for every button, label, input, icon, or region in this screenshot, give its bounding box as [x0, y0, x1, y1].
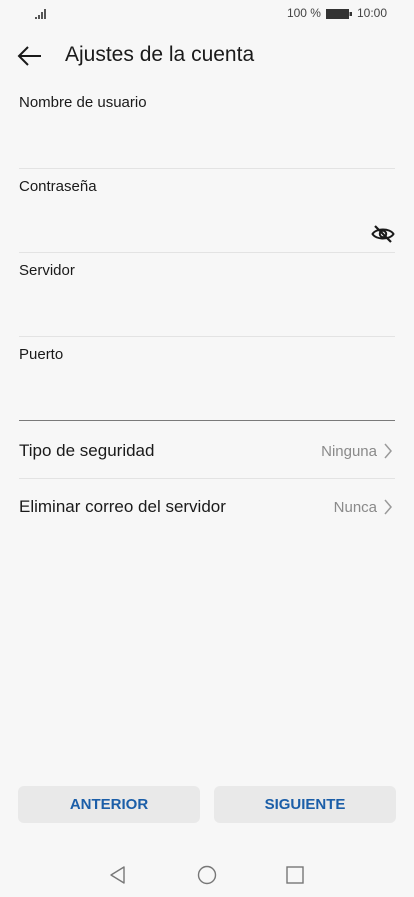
- clock: 10:00: [356, 6, 387, 20]
- battery-percent: 100 %: [286, 6, 321, 20]
- nav-recents-icon[interactable]: [285, 865, 305, 885]
- page-title: Ajustes de la cuenta: [65, 43, 255, 66]
- delete-mail-label: Eliminar correo del servidor: [19, 497, 226, 516]
- nav-home-icon[interactable]: [197, 865, 217, 885]
- system-nav-bar: [0, 862, 414, 888]
- server-field: Servidor: [19, 252, 395, 337]
- password-label: Contraseña: [19, 178, 97, 195]
- port-label: Puerto: [19, 346, 64, 363]
- battery-icon: [325, 8, 352, 19]
- back-arrow-icon[interactable]: [16, 44, 44, 68]
- security-type-row[interactable]: Tipo de seguridad Ninguna: [19, 422, 395, 479]
- username-field: Nombre de usuario: [19, 84, 395, 169]
- nav-back-icon[interactable]: [108, 865, 128, 885]
- security-type-value: Ninguna: [321, 443, 377, 460]
- delete-mail-value: Nunca: [333, 499, 377, 516]
- status-bar: 100 % 10:00: [0, 0, 414, 26]
- password-input[interactable]: [19, 216, 349, 246]
- delete-mail-row[interactable]: Eliminar correo del servidor Nunca: [19, 478, 395, 534]
- next-button[interactable]: SIGUIENTE: [214, 786, 396, 823]
- server-input[interactable]: [19, 300, 349, 330]
- port-input[interactable]: [19, 384, 349, 414]
- chevron-right-icon: [383, 498, 393, 516]
- server-label: Servidor: [19, 262, 75, 279]
- password-field: Contraseña: [19, 168, 395, 253]
- security-type-label: Tipo de seguridad: [19, 441, 155, 460]
- username-label: Nombre de usuario: [19, 94, 147, 111]
- status-right: 100 % 10:00: [287, 6, 387, 20]
- username-input[interactable]: [19, 132, 349, 162]
- chevron-right-icon: [383, 442, 393, 460]
- signal-icon: [35, 8, 49, 19]
- app-bar: Ajustes de la cuenta: [0, 30, 414, 82]
- previous-button[interactable]: ANTERIOR: [18, 786, 200, 823]
- eye-off-icon[interactable]: [371, 224, 395, 244]
- port-field: Puerto: [19, 336, 395, 421]
- screen: 100 % 10:00 Ajustes de la cuenta Nombre …: [0, 0, 414, 897]
